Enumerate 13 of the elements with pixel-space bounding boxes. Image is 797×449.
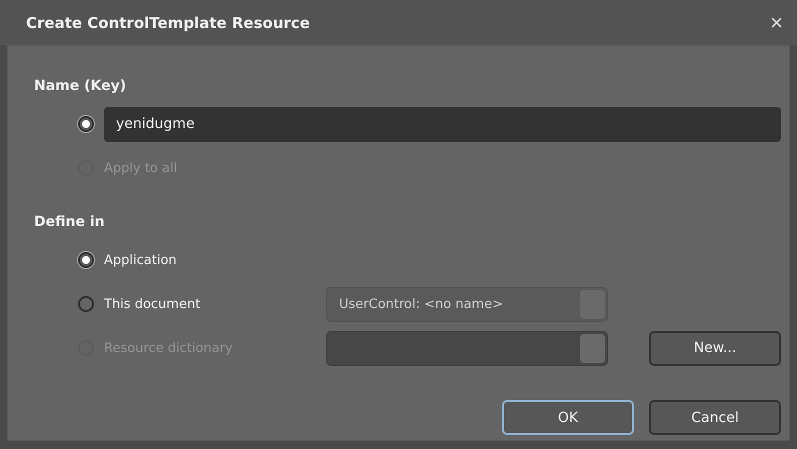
radio-label: This document bbox=[104, 296, 202, 312]
radio-button[interactable] bbox=[78, 252, 94, 268]
radio-label: Application bbox=[104, 252, 177, 268]
window-title: Create ControlTemplate Resource bbox=[26, 14, 310, 32]
section-heading: Name (Key) bbox=[34, 78, 128, 94]
radio-button[interactable] bbox=[78, 296, 94, 312]
dialog-button[interactable]: OK bbox=[502, 400, 634, 435]
dropdown[interactable]: UserControl: <no name> bbox=[326, 286, 608, 322]
radio-button[interactable] bbox=[78, 116, 94, 132]
section-heading: Define in bbox=[34, 214, 106, 230]
dialog-button[interactable]: Cancel bbox=[649, 400, 781, 435]
name-field[interactable]: yenidugme bbox=[104, 106, 781, 142]
close-button[interactable]: × bbox=[766, 10, 787, 36]
